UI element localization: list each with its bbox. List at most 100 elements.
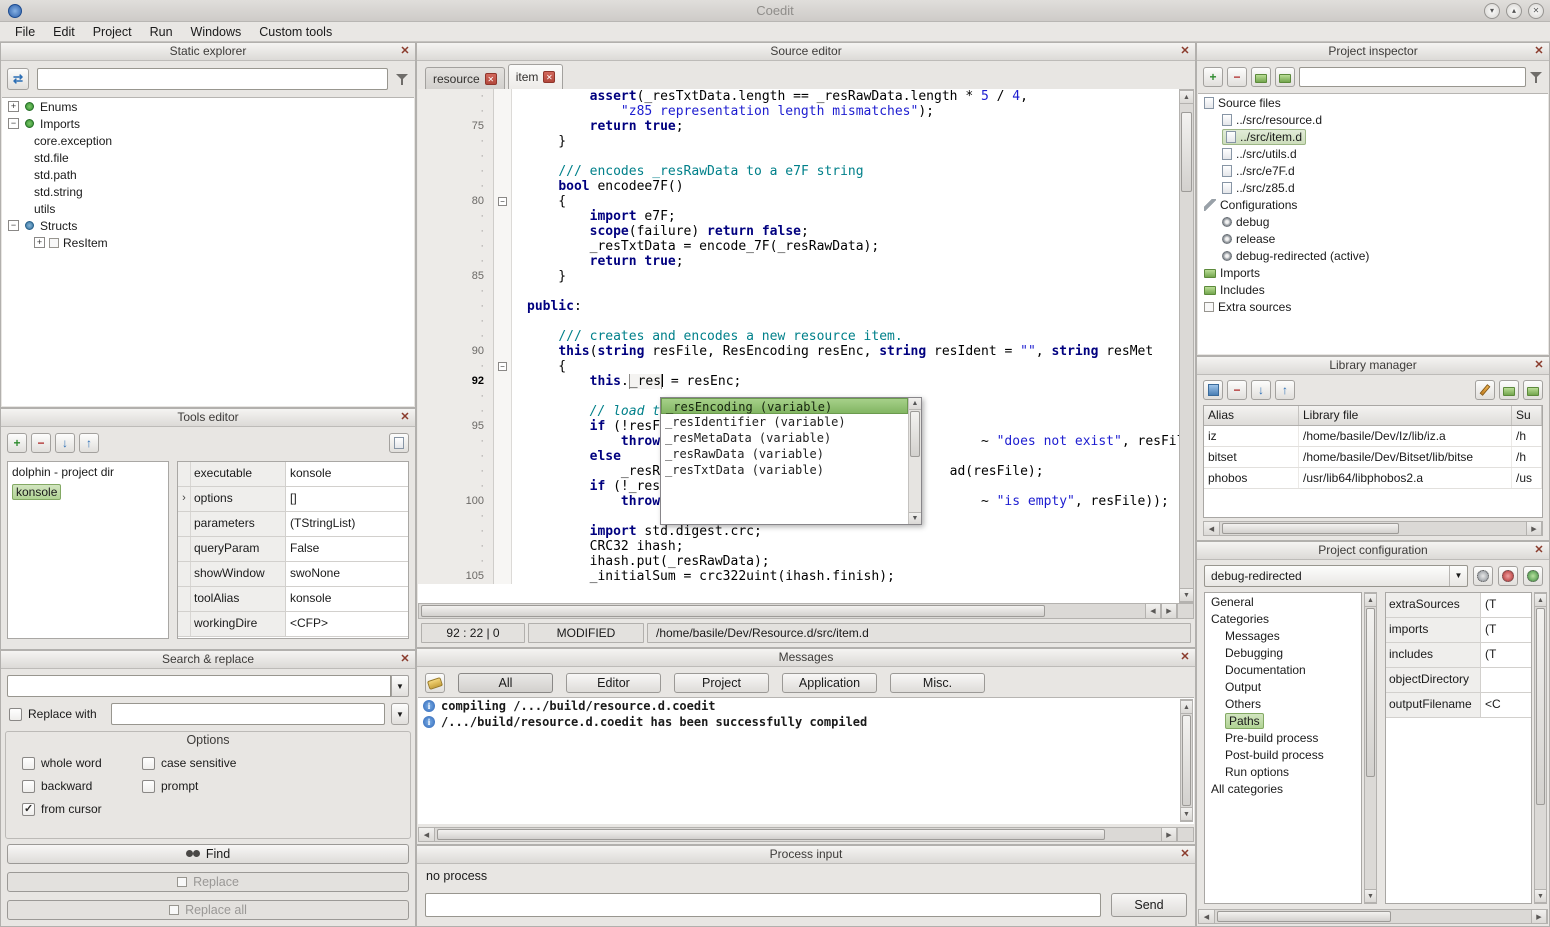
tree-item[interactable]: General	[1205, 593, 1361, 610]
menu-run[interactable]: Run	[141, 23, 182, 41]
editor-tab-resource[interactable]: resource✕	[425, 67, 505, 89]
tree-item[interactable]: ../src/z85.d	[1198, 179, 1548, 196]
add-configuration-button[interactable]	[1523, 566, 1543, 586]
tree-item[interactable]: All categories	[1205, 780, 1361, 797]
scroll-thumb[interactable]	[421, 605, 1045, 617]
code-line[interactable]: · return true;	[418, 254, 1194, 269]
message-line[interactable]: icompiling /.../build/resource.d.coedit	[418, 698, 1194, 714]
scroll-thumb[interactable]	[1182, 715, 1191, 806]
close-icon[interactable]: ✕	[1532, 44, 1546, 59]
edit-library-button[interactable]	[1475, 380, 1495, 400]
code-line[interactable]: · }	[418, 134, 1194, 149]
scroll-thumb[interactable]	[1217, 911, 1391, 922]
code-line[interactable]: · /// encodes _resRawData to a e7F strin…	[418, 164, 1194, 179]
remove-tool-button[interactable]: −	[31, 433, 51, 453]
property-value[interactable]: konsole	[286, 462, 408, 486]
filter-icon[interactable]	[396, 73, 409, 86]
code-line[interactable]: · bool encodee7F()	[418, 179, 1194, 194]
scroll-thumb[interactable]	[1366, 608, 1375, 777]
replace-all-button[interactable]: Replace all	[7, 900, 409, 920]
close-icon[interactable]: ✕	[398, 44, 412, 59]
scroll-down-icon[interactable]: ▼	[909, 512, 921, 524]
code-line[interactable]: · /// creates and encodes a new resource…	[418, 329, 1194, 344]
scroll-left-icon[interactable]: ◀	[1145, 604, 1161, 618]
menu-custom-tools[interactable]: Custom tools	[250, 23, 341, 41]
tree-item[interactable]: Others	[1205, 695, 1361, 712]
messages-filter-project[interactable]: Project	[674, 673, 769, 693]
code-line[interactable]: 75 return true;	[418, 119, 1194, 134]
messages-filter-all[interactable]: All	[458, 673, 553, 693]
scroll-down-icon[interactable]: ▼	[1181, 807, 1192, 821]
property-value[interactable]: (T	[1481, 593, 1531, 617]
property-value[interactable]: (TStringList)	[286, 512, 408, 536]
configuration-selector[interactable]: debug-redirected ▼	[1204, 565, 1468, 587]
tree-item[interactable]: +Enums	[2, 98, 414, 115]
tab-close-icon[interactable]: ✕	[543, 71, 555, 83]
tree-item[interactable]: Source files	[1198, 94, 1548, 111]
scroll-thumb[interactable]	[1536, 608, 1545, 805]
code-line[interactable]: · CRC32 ihash;	[418, 539, 1194, 554]
property-value[interactable]	[1481, 668, 1531, 692]
move-library-down-button[interactable]: ↓	[1251, 380, 1271, 400]
scroll-left-icon[interactable]: ◀	[1204, 522, 1220, 535]
config-grid-scrollbar[interactable]: ▲ ▼	[1534, 592, 1547, 904]
scroll-down-icon[interactable]: ▼	[1365, 889, 1376, 903]
move-library-up-button[interactable]: ↑	[1275, 380, 1295, 400]
tree-item[interactable]: Post-build process	[1205, 746, 1361, 763]
message-line[interactable]: i/.../build/resource.d.coedit has been s…	[418, 714, 1194, 730]
completion-item[interactable]: _resTxtData (variable)	[661, 462, 908, 478]
fold-marker[interactable]: −	[498, 197, 507, 206]
add-library-folder-button[interactable]	[1523, 380, 1543, 400]
column-header-library-file[interactable]: Library file	[1299, 406, 1512, 425]
add-source-button[interactable]: +	[1203, 67, 1223, 87]
refresh-button[interactable]: ⇄	[7, 68, 29, 90]
scroll-up-icon[interactable]: ▲	[909, 398, 921, 410]
code-line[interactable]: · assert(_resTxtData.length == _resRawDa…	[418, 89, 1194, 104]
symbol-search-input[interactable]	[37, 68, 388, 90]
scroll-right-icon[interactable]: ▶	[1526, 522, 1542, 535]
column-header-su[interactable]: Su	[1512, 406, 1542, 425]
open-library-folder-button[interactable]	[1499, 380, 1519, 400]
tree-item[interactable]: debug	[1198, 213, 1548, 230]
replace-term-input[interactable]	[111, 703, 385, 725]
tree-item[interactable]: ../src/utils.d	[1198, 145, 1548, 162]
tree-item[interactable]: ../src/e7F.d	[1198, 162, 1548, 179]
filter-icon[interactable]	[1530, 71, 1543, 84]
checkbox[interactable]	[22, 757, 35, 770]
messages-filter-misc[interactable]: Misc.	[890, 673, 985, 693]
editor-horizontal-scrollbar[interactable]: ◀ ▶	[418, 603, 1194, 619]
tree-item[interactable]: release	[1198, 230, 1548, 247]
code-line[interactable]: ·	[418, 149, 1194, 164]
remove-library-button[interactable]: −	[1227, 380, 1247, 400]
config-tree-scrollbar[interactable]: ▲ ▼	[1364, 592, 1377, 904]
property-value[interactable]: False	[286, 537, 408, 561]
remove-source-button[interactable]: −	[1227, 67, 1247, 87]
tree-item[interactable]: Imports	[1198, 264, 1548, 281]
close-icon[interactable]: ✕	[398, 652, 412, 667]
close-icon[interactable]: ✕	[1178, 650, 1192, 665]
tree-item[interactable]: core.exception	[2, 132, 414, 149]
tree-expander-icon[interactable]: +	[8, 101, 19, 112]
menu-edit[interactable]: Edit	[44, 23, 84, 41]
close-icon[interactable]: ✕	[1178, 44, 1192, 59]
scroll-up-icon[interactable]: ▲	[1365, 593, 1376, 607]
scroll-thumb[interactable]	[437, 829, 1105, 840]
tab-close-icon[interactable]: ✕	[485, 73, 497, 85]
tree-item[interactable]: Configurations	[1198, 196, 1548, 213]
tree-item[interactable]: std.file	[2, 149, 414, 166]
tree-item[interactable]: Categories	[1205, 610, 1361, 627]
messages-vertical-scrollbar[interactable]: ▲ ▼	[1180, 699, 1193, 822]
code-line[interactable]: · scope(failure) return false;	[418, 224, 1194, 239]
remove-folder-button[interactable]	[1275, 67, 1295, 87]
library-row[interactable]: bitset/home/basile/Dev/Bitset/lib/bitse/…	[1204, 447, 1542, 468]
editor-vertical-scrollbar[interactable]: ▲ ▼	[1179, 89, 1194, 603]
code-line[interactable]: · import std.digest.crc;	[418, 524, 1194, 539]
tree-item[interactable]: utils	[2, 200, 414, 217]
tree-item[interactable]: std.path	[2, 166, 414, 183]
tree-item[interactable]: Run options	[1205, 763, 1361, 780]
completion-item[interactable]: _resMetaData (variable)	[661, 430, 908, 446]
code-line[interactable]: · _resTxtData = encode_7F(_resRawData);	[418, 239, 1194, 254]
send-button[interactable]: Send	[1111, 893, 1187, 917]
search-option-prompt[interactable]: prompt	[142, 779, 402, 793]
scroll-thumb[interactable]	[910, 411, 920, 457]
